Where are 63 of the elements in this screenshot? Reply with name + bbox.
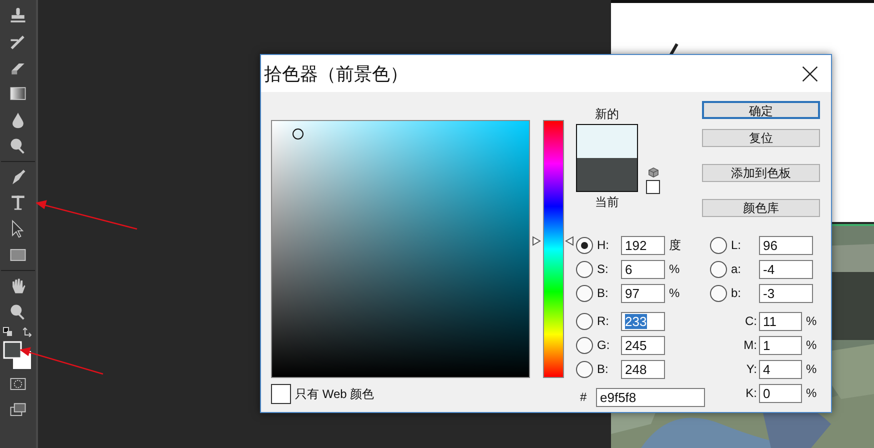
input-field[interactable]: 96 [759,236,813,254]
field-label: B: [596,362,610,376]
field-label: K: [744,386,758,400]
radio-button[interactable] [576,260,593,278]
cube-icon[interactable] [648,167,658,178]
field-label: b: [730,286,742,300]
default-colors-icon[interactable] [3,327,13,337]
unit-label: % [806,362,817,376]
web-only-label: 只有 Web 颜色 [295,386,374,402]
radio-button[interactable] [576,284,593,302]
color-field[interactable] [271,120,530,378]
field-label: S: [596,262,610,276]
web-only-checkbox[interactable] [271,384,291,404]
swap-arrow-icon[interactable] [23,327,33,337]
radio-button[interactable] [576,236,593,254]
field-label: M: [742,338,758,352]
dialog-button[interactable]: 添加到色板 [702,164,820,182]
hue-slider-handle[interactable] [532,236,574,246]
unit-label: % [669,286,680,300]
input-field[interactable]: -4 [759,260,813,278]
unit-label: % [806,386,817,400]
unit-label: % [806,314,817,328]
new-label: 新的 [595,107,619,121]
dialog-button[interactable]: 颜色库 [702,199,820,217]
radio-button[interactable] [576,336,593,354]
radio-button[interactable] [576,312,593,330]
radio-button[interactable] [710,236,727,254]
input-field[interactable]: 248 [621,360,665,378]
field-label: R: [596,314,610,328]
close-icon[interactable] [801,64,819,82]
field-label: B: [596,286,610,300]
dialog-title: 拾色器（前景色） [264,62,408,86]
color-marker[interactable] [292,128,304,140]
field-label: L: [730,238,742,252]
input-field[interactable]: 192 [621,236,665,254]
unit-label: % [806,338,817,352]
unit-label: % [669,262,680,276]
unit-label: 度 [669,236,681,254]
input-field[interactable]: 4 [759,360,802,378]
dialog-button[interactable]: 复位 [702,129,820,147]
dialog-button[interactable]: 确定 [702,101,820,119]
current-label: 当前 [595,195,619,209]
field-label: a: [730,262,742,276]
input-field[interactable]: 1 [759,336,802,354]
field-label: C: [744,314,758,328]
input-field[interactable]: -3 [759,284,813,302]
field-label: H: [596,238,610,252]
input-field[interactable]: 245 [621,336,665,354]
input-field[interactable]: 233 [621,312,665,330]
field-label: G: [596,338,611,352]
input-field[interactable]: 6 [621,260,665,278]
radio-button[interactable] [576,360,593,378]
web-color-swatch[interactable] [646,180,660,194]
hex-input-field[interactable]: e9f5f8 [596,388,705,406]
field-label: Y: [745,362,758,376]
input-field[interactable]: 0 [759,384,802,402]
radio-button[interactable] [710,284,727,302]
hue-slider[interactable] [532,120,574,378]
input-field[interactable]: 11 [759,312,802,330]
input-field[interactable]: 97 [621,284,665,302]
radio-button[interactable] [710,260,727,278]
hex-label: # [579,390,588,404]
color-swatches-icon[interactable] [3,341,33,371]
